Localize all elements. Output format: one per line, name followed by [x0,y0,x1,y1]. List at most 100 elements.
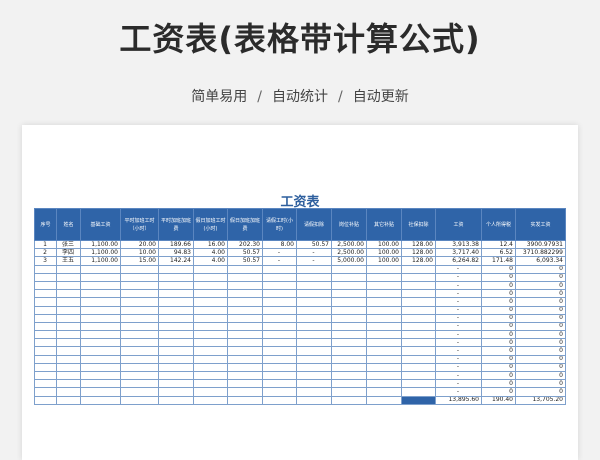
table-cell[interactable] [158,330,194,340]
table-cell[interactable]: 0 [481,313,516,323]
table-cell[interactable]: 4.00 [193,248,228,258]
table-cell[interactable] [120,346,159,356]
table-cell[interactable] [193,280,228,291]
table-cell[interactable]: 171.48 [481,256,516,266]
table-cell[interactable]: 202.30 [227,239,263,250]
table-cell[interactable] [80,354,121,364]
table-cell[interactable] [56,387,81,397]
table-cell[interactable]: - [435,379,482,389]
table-cell[interactable] [227,330,263,340]
table-cell[interactable] [331,280,367,291]
table-cell[interactable]: 0 [515,330,566,340]
table-cell[interactable] [262,370,297,381]
table-cell[interactable]: 0 [515,313,566,323]
table-cell[interactable]: 0 [481,305,516,315]
table-cell[interactable] [262,289,297,299]
table-cell[interactable] [331,379,367,389]
table-cell[interactable] [366,272,402,282]
table-cell[interactable] [366,379,402,389]
table-cell[interactable]: 王五 [56,256,81,266]
table-cell[interactable]: 0 [515,354,566,364]
table-cell[interactable] [296,305,332,315]
table-cell[interactable] [34,264,57,274]
table-cell[interactable]: 0 [515,280,566,291]
table-cell[interactable]: 128.00 [401,256,436,266]
table-cell[interactable] [34,330,57,340]
table-cell[interactable]: 3710.882299 [515,248,566,258]
table-cell[interactable] [401,289,436,299]
table-cell[interactable] [158,379,194,389]
table-cell[interactable] [56,330,81,340]
table-cell[interactable] [401,387,436,397]
table-cell[interactable]: 6,093.34 [515,256,566,266]
table-cell[interactable] [34,289,57,299]
table-cell[interactable] [401,321,436,332]
table-cell[interactable] [296,313,332,323]
table-cell[interactable]: 142.24 [158,256,194,266]
table-cell[interactable] [56,264,81,274]
table-cell[interactable]: 4.00 [193,256,228,266]
table-cell[interactable] [34,362,57,373]
table-cell[interactable]: 0 [481,338,516,348]
table-cell[interactable] [158,338,194,348]
table-cell[interactable] [331,321,367,332]
table-cell[interactable] [296,321,332,332]
table-cell[interactable]: 0 [515,362,566,373]
table-cell[interactable] [401,330,436,340]
table-cell[interactable] [262,272,297,282]
table-cell[interactable] [120,338,159,348]
table-cell[interactable] [331,297,367,307]
table-cell[interactable] [262,387,297,397]
table-cell[interactable] [331,330,367,340]
table-cell[interactable] [331,313,367,323]
table-cell[interactable]: - [435,289,482,299]
table-cell[interactable] [401,338,436,348]
table-cell[interactable] [158,387,194,397]
table-cell[interactable] [366,305,402,315]
table-cell[interactable]: 10.00 [120,248,159,258]
table-cell[interactable] [56,346,81,356]
table-cell[interactable]: 100.00 [366,239,402,250]
table-cell[interactable]: 0 [515,297,566,307]
table-cell[interactable] [193,289,228,299]
table-cell[interactable] [227,305,263,315]
table-cell[interactable] [401,272,436,282]
table-cell[interactable]: 0 [515,289,566,299]
table-cell[interactable]: 189.66 [158,239,194,250]
table-cell[interactable]: - [262,248,297,258]
table-cell[interactable] [296,370,332,381]
table-cell[interactable]: - [435,330,482,340]
table-cell[interactable] [331,362,367,373]
table-cell[interactable]: - [435,370,482,381]
table-cell[interactable]: 3,913.38 [435,239,482,250]
table-cell[interactable]: - [435,387,482,397]
table-cell[interactable]: 0 [481,387,516,397]
table-cell[interactable] [193,313,228,323]
table-cell[interactable] [401,379,436,389]
table-cell[interactable] [158,354,194,364]
table-cell[interactable] [262,379,297,389]
table-cell[interactable]: 94.83 [158,248,194,258]
table-cell[interactable] [296,346,332,356]
table-cell[interactable]: 50.57 [296,239,332,250]
table-cell[interactable]: - [435,264,482,274]
table-cell[interactable]: - [435,321,482,332]
table-cell[interactable]: 李四 [56,248,81,258]
table-cell[interactable] [366,264,402,274]
table-cell[interactable] [262,313,297,323]
table-cell[interactable] [296,338,332,348]
table-cell[interactable]: 3 [34,256,57,266]
table-cell[interactable] [158,370,194,381]
table-cell[interactable] [401,370,436,381]
table-cell[interactable]: 128.00 [401,248,436,258]
table-cell[interactable] [331,338,367,348]
table-cell[interactable] [227,280,263,291]
table-cell[interactable] [120,370,159,381]
table-cell[interactable]: 3,717.40 [435,248,482,258]
table-cell[interactable]: 0 [515,272,566,282]
table-cell[interactable]: 0 [515,338,566,348]
table-cell[interactable] [80,289,121,299]
table-cell[interactable] [227,338,263,348]
table-cell[interactable]: - [262,256,297,266]
table-cell[interactable] [331,354,367,364]
